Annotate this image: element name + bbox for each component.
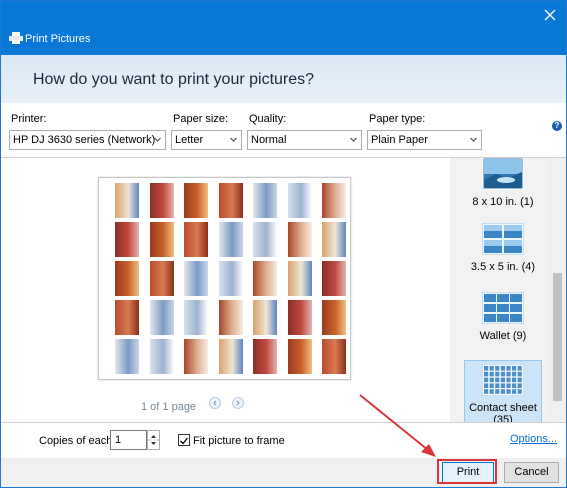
contact-thumbnail: [218, 339, 243, 374]
help-icon[interactable]: ?: [552, 121, 562, 131]
layout-8x10-label: 8 x 10 in. (1): [472, 196, 534, 208]
paper-type-value: Plain Paper: [371, 134, 428, 146]
contact-thumbnail: [218, 183, 243, 218]
contact-thumbnail: [149, 261, 174, 296]
contact-thumbnail: [253, 261, 277, 296]
layout-contact-sheet[interactable]: Contact sheet (35): [464, 360, 542, 426]
quality-label: Quality:: [249, 113, 287, 125]
options-link[interactable]: Options...: [510, 433, 557, 445]
contact-thumbnail: [115, 222, 139, 257]
contact-thumbnail: [253, 300, 277, 335]
previous-page-button[interactable]: [209, 397, 221, 409]
contact-thumbnail: [149, 300, 174, 335]
contact-thumbnail: [115, 261, 139, 296]
contact-thumbnail: [218, 261, 243, 296]
chevron-left-icon: [213, 400, 217, 406]
layout-3-5x5-label: 3.5 x 5 in. (4): [470, 261, 536, 273]
printer-app-icon: [9, 32, 23, 44]
next-page-button[interactable]: [232, 397, 244, 409]
wallet-photo-icon: [481, 291, 525, 325]
close-icon[interactable]: [542, 7, 558, 23]
page-indicator: 1 of 1 page: [141, 401, 197, 413]
fit-to-frame-checkbox[interactable]: [178, 434, 190, 446]
contact-thumbnail: [149, 339, 174, 374]
contact-thumbnail: [322, 183, 346, 218]
layout-scrollbar[interactable]: [549, 158, 566, 422]
contact-thumbnail: [322, 339, 346, 374]
contact-sheet-preview: [98, 177, 351, 380]
layout-wallet-label: Wallet (9): [479, 330, 527, 342]
paper-size-select[interactable]: Letter: [171, 130, 242, 150]
fit-to-frame-label: Fit picture to frame: [193, 435, 285, 447]
page-title: How do you want to print your pictures?: [33, 71, 315, 88]
layout-list: 8 x 10 in. (1) 3.5 x 5 in. (4) Wallet (9…: [450, 157, 549, 426]
paper-size-label: Paper size:: [173, 113, 229, 125]
quality-value: Normal: [251, 134, 287, 146]
contact-thumbnail: [287, 339, 312, 374]
contact-thumbnail: [253, 222, 277, 257]
contact-thumbnail: [322, 222, 346, 257]
scrollbar-thumb[interactable]: [553, 273, 562, 401]
contact-thumbnail: [253, 183, 277, 218]
contact-thumbnail: [115, 339, 139, 374]
layout-8x10[interactable]: 8 x 10 in. (1): [465, 157, 541, 208]
layout-wallet[interactable]: Wallet (9): [465, 291, 541, 342]
contact-thumbnail: [184, 339, 208, 374]
printer-label: Printer:: [11, 113, 47, 125]
contact-thumbnail: [149, 222, 174, 257]
chevron-down-icon: [350, 137, 357, 142]
contact-thumbnail: [322, 300, 346, 335]
paper-type-label: Paper type:: [369, 113, 426, 125]
print-pictures-window: Print Pictures How do you want to print …: [0, 0, 567, 488]
printer-select[interactable]: HP DJ 3630 series (Network): [9, 130, 166, 150]
contact-thumbnail: [115, 300, 139, 335]
checkmark-icon: [180, 437, 189, 445]
chevron-down-icon: [154, 137, 161, 142]
contact-thumbnail: [287, 183, 312, 218]
contact-thumbnail: [184, 261, 208, 296]
four-photo-icon: [481, 222, 525, 256]
window-title: Print Pictures: [25, 33, 91, 45]
contact-thumbnail: [253, 339, 277, 374]
contact-thumbnail: [218, 300, 243, 335]
contact-thumbnail: [322, 261, 346, 296]
copies-stepper[interactable]: [147, 430, 160, 450]
contact-thumbnail: [287, 261, 312, 296]
header-banner: How do you want to print your pictures?: [1, 55, 566, 103]
print-settings-row: Printer: HP DJ 3630 series (Network) Pap…: [1, 103, 566, 157]
layout-3-5x5[interactable]: 3.5 x 5 in. (4): [465, 222, 541, 273]
contact-thumbnail: [287, 222, 312, 257]
cancel-button[interactable]: Cancel: [504, 462, 559, 483]
copies-input[interactable]: 1: [110, 430, 147, 450]
contact-sheet-icon: [481, 363, 525, 397]
layout-contact-sheet-label: Contact sheet: [469, 402, 537, 414]
chevron-down-icon: [470, 137, 477, 142]
options-row: Copies of each 1 Fit picture to frame Op…: [1, 422, 566, 459]
single-photo-icon: [482, 157, 524, 190]
contact-thumbnail: [184, 183, 208, 218]
printer-value: HP DJ 3630 series (Network): [13, 134, 156, 146]
print-button-highlight: [437, 459, 497, 484]
paper-size-value: Letter: [175, 134, 204, 146]
quality-select[interactable]: Normal: [247, 130, 362, 150]
contact-thumbnail: [184, 222, 208, 257]
chevron-down-icon: [230, 137, 237, 142]
copies-label: Copies of each: [39, 435, 113, 447]
contact-thumbnail: [287, 300, 312, 335]
contact-thumbnail: [149, 183, 174, 218]
paper-type-select[interactable]: Plain Paper: [367, 130, 482, 150]
contact-thumbnail: [184, 300, 208, 335]
contact-thumbnail: [218, 222, 243, 257]
stepper-arrows-icon: [148, 435, 159, 445]
contact-thumbnail: [115, 183, 139, 218]
chevron-right-icon: [236, 400, 240, 406]
title-bar: Print Pictures: [1, 1, 566, 55]
